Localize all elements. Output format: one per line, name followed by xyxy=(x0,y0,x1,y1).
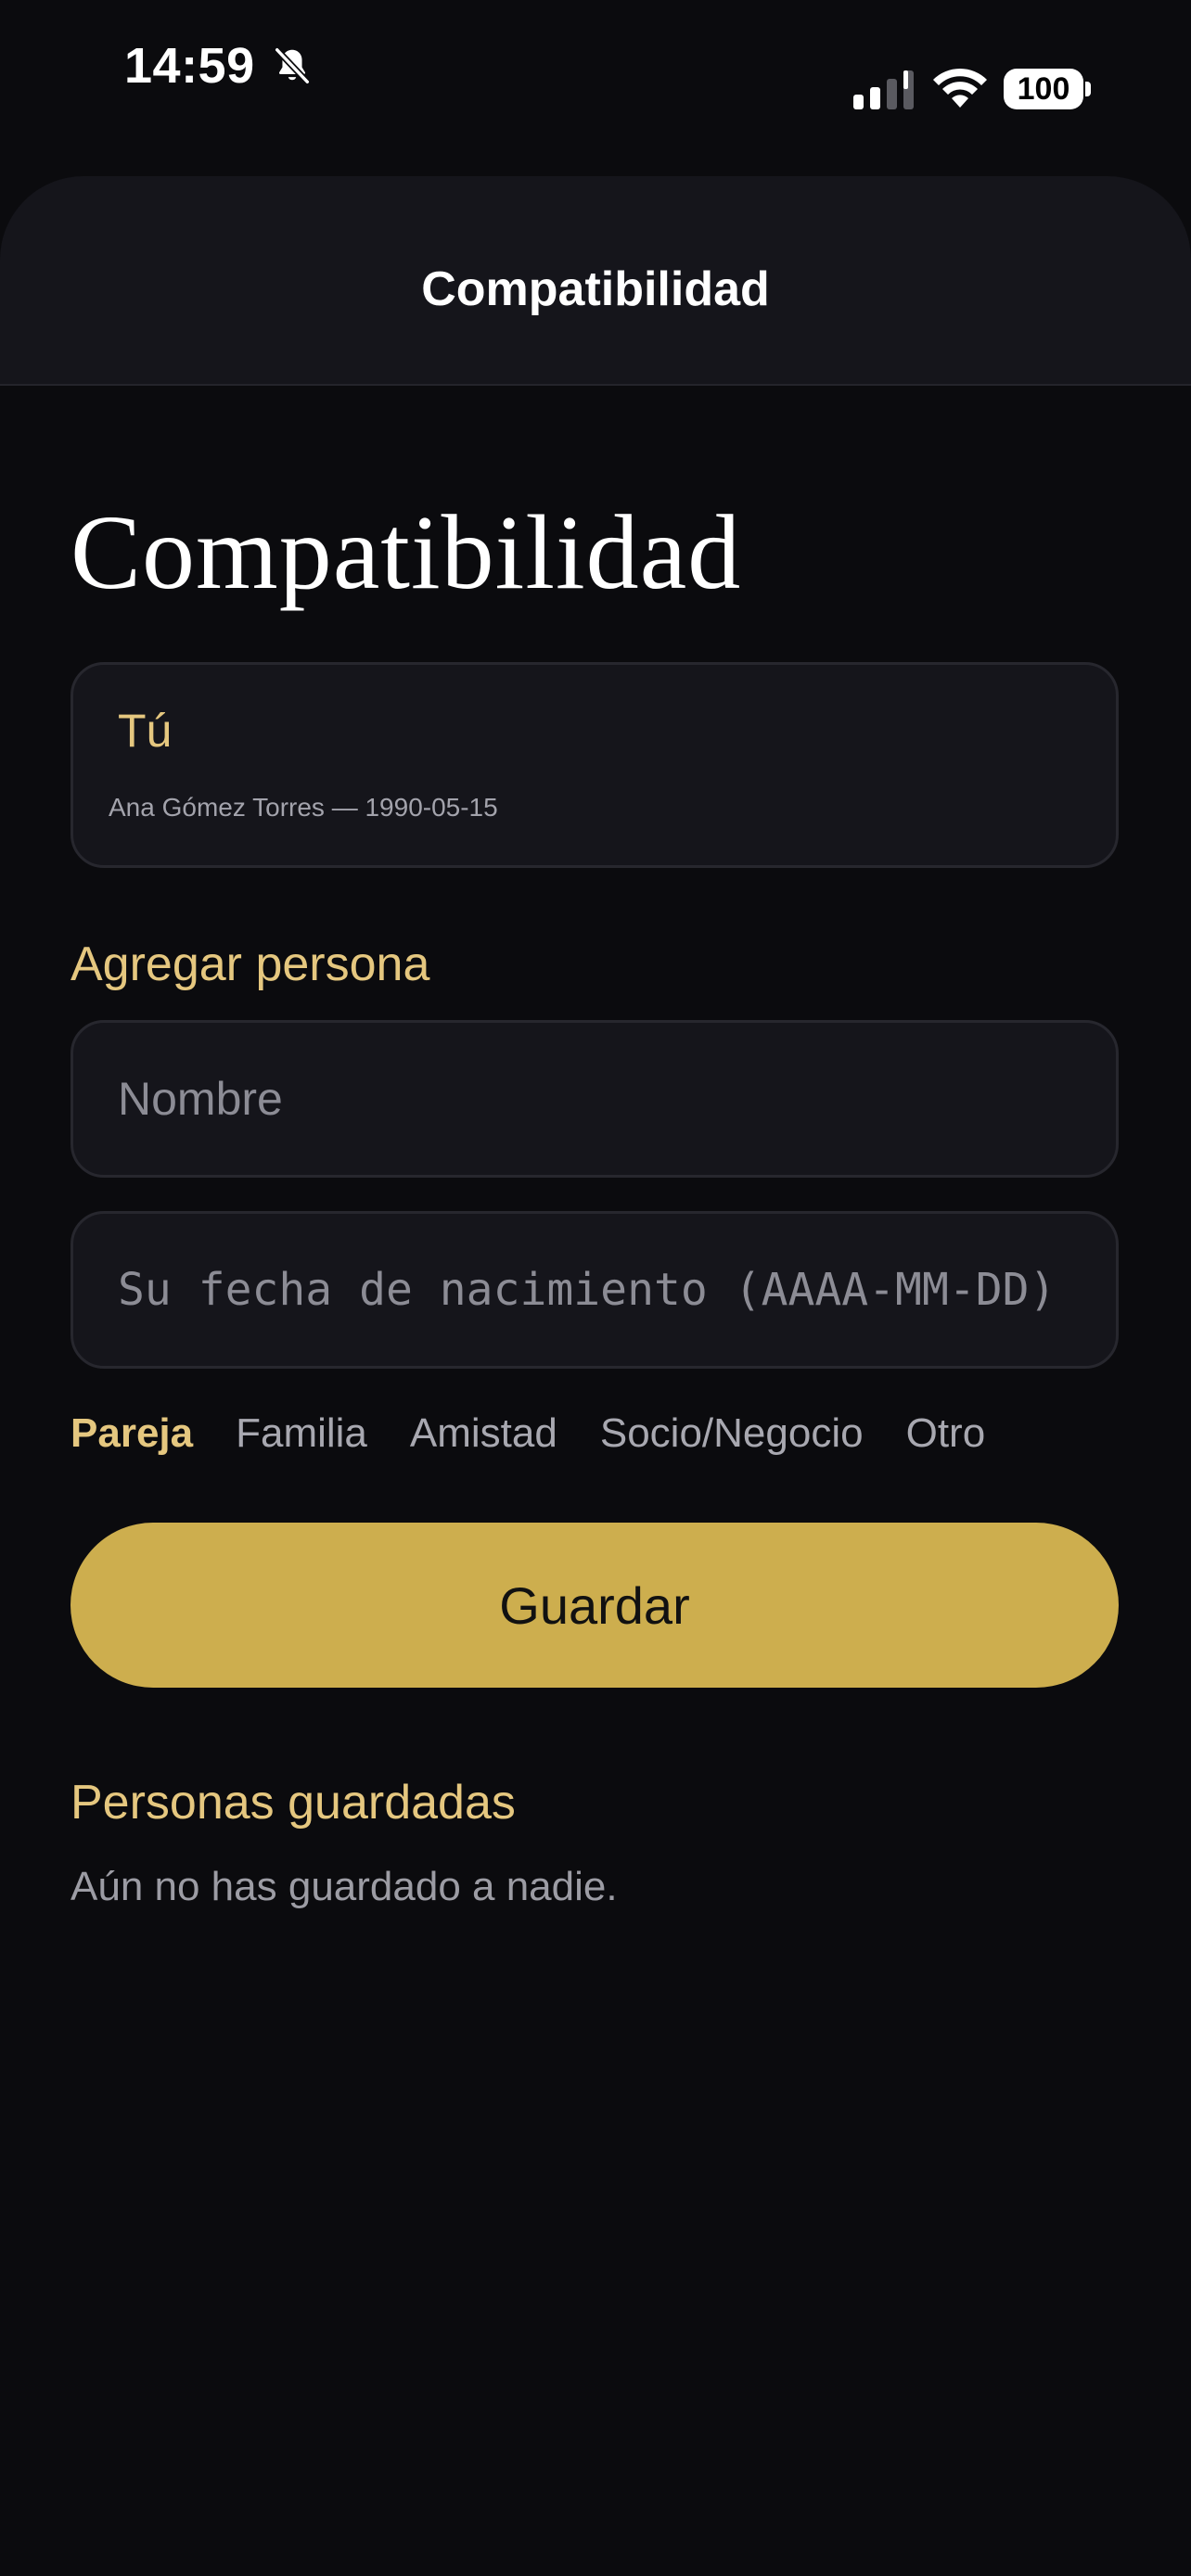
relation-option-amistad[interactable]: Amistad xyxy=(410,1410,557,1457)
wifi-icon xyxy=(933,68,987,108)
name-input[interactable] xyxy=(70,1020,1119,1178)
status-bar: 14:59 100 xyxy=(0,0,1191,167)
battery-level: 100 xyxy=(1017,70,1070,107)
saved-people-empty-message: Aún no has guardado a nadie. xyxy=(70,1864,618,1909)
relation-option-socio-negocio[interactable]: Socio/Negocio xyxy=(600,1410,864,1457)
sheet-header: Compatibilidad xyxy=(0,176,1191,386)
relation-option-otro[interactable]: Otro xyxy=(906,1410,986,1457)
bell-slash-icon xyxy=(274,46,311,85)
user-label: Tú xyxy=(118,705,173,757)
cellular-signal-icon xyxy=(853,70,914,109)
save-button[interactable]: Guardar xyxy=(70,1523,1119,1688)
compatibility-screen: 14:59 100 Compatibilidad Compatibilidad xyxy=(0,0,1191,2576)
user-detail: Ana Gómez Torres — 1990-05-15 xyxy=(109,793,498,822)
saved-people-heading: Personas guardadas xyxy=(70,1776,516,1830)
birthdate-input[interactable] xyxy=(70,1211,1119,1369)
header-title: Compatibilidad xyxy=(421,262,770,316)
relation-option-pareja[interactable]: Pareja xyxy=(70,1410,193,1457)
page-title: Compatibilidad xyxy=(70,493,742,611)
battery-icon: 100 xyxy=(1004,69,1083,109)
user-profile-card: Tú Ana Gómez Torres — 1990-05-15 xyxy=(70,662,1119,868)
status-time: 14:59 xyxy=(124,38,255,94)
relation-type-selector: Pareja Familia Amistad Socio/Negocio Otr… xyxy=(70,1406,1028,1461)
battery-tip xyxy=(1085,82,1091,96)
relation-option-familia[interactable]: Familia xyxy=(236,1410,367,1457)
add-person-heading: Agregar persona xyxy=(70,937,430,991)
